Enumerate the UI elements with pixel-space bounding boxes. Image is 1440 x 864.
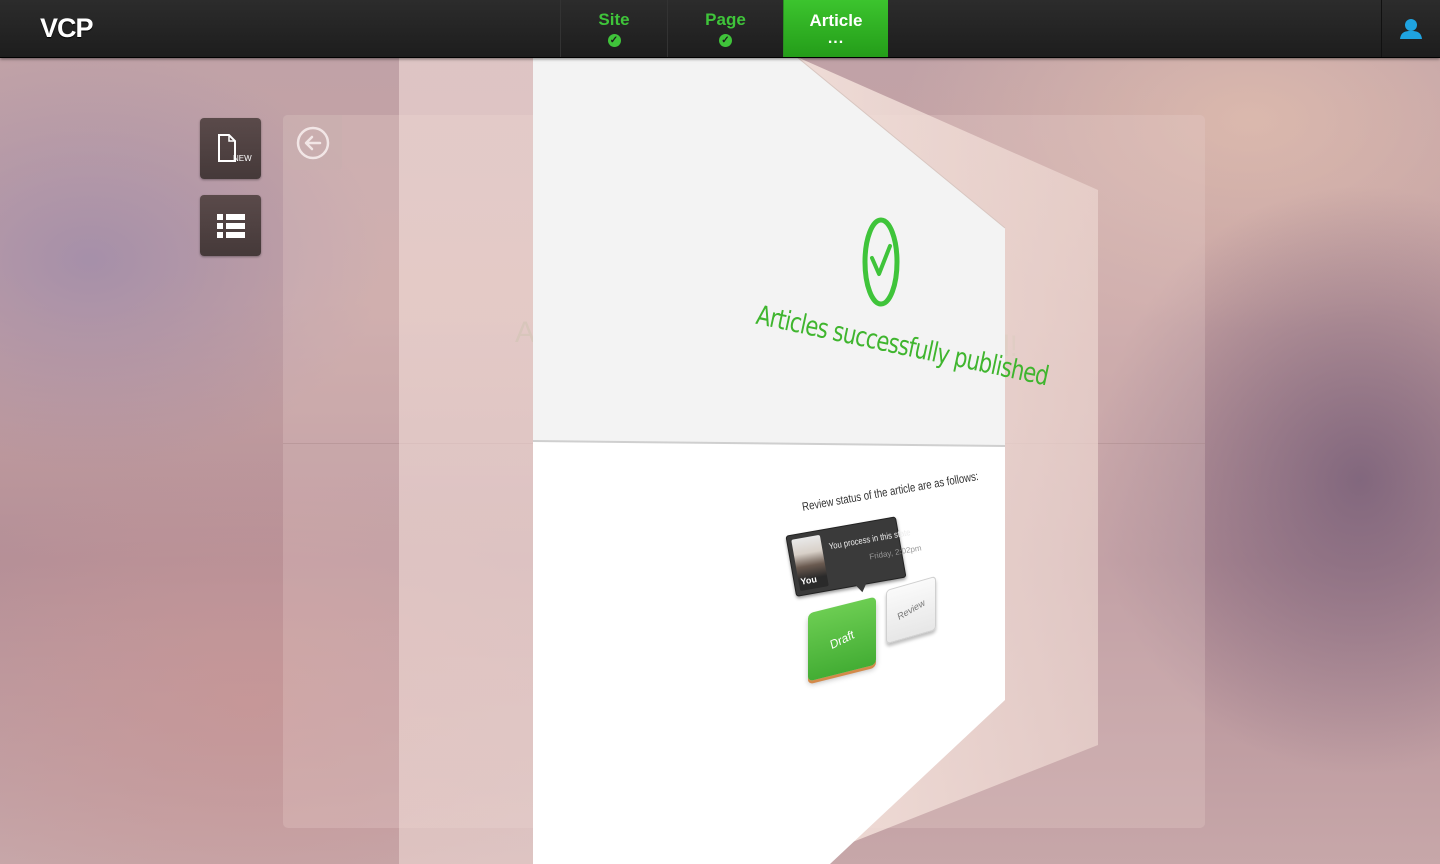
tooltip-arrow bbox=[854, 582, 869, 594]
user-button[interactable] bbox=[1381, 0, 1440, 57]
check-icon: ✓ bbox=[719, 34, 732, 47]
user-icon bbox=[1400, 18, 1422, 39]
step-page[interactable]: Page ✓ bbox=[667, 0, 783, 57]
top-panel bbox=[533, 57, 1005, 446]
review-label: Review bbox=[896, 597, 926, 623]
step-site-label: Site bbox=[598, 10, 630, 29]
step-site[interactable]: Site ✓ bbox=[560, 0, 667, 57]
folded-page bbox=[532, 56, 1098, 864]
top-bar: VCP Site ✓ Page ✓ Article ... bbox=[0, 0, 1440, 58]
tooltip-box: You You process in this state Friday, 2:… bbox=[785, 516, 922, 597]
step-page-label: Page bbox=[705, 10, 746, 29]
step-article-indicator: ... bbox=[827, 30, 845, 47]
wizard-steps: Site ✓ Page ✓ Article ... bbox=[560, 0, 888, 57]
check-icon: ✓ bbox=[607, 34, 621, 47]
step-article[interactable]: Article ... bbox=[783, 0, 888, 57]
draft-label: Draft bbox=[828, 626, 856, 652]
step-article-label: Article bbox=[809, 11, 863, 30]
logo[interactable]: VCP bbox=[40, 13, 94, 44]
